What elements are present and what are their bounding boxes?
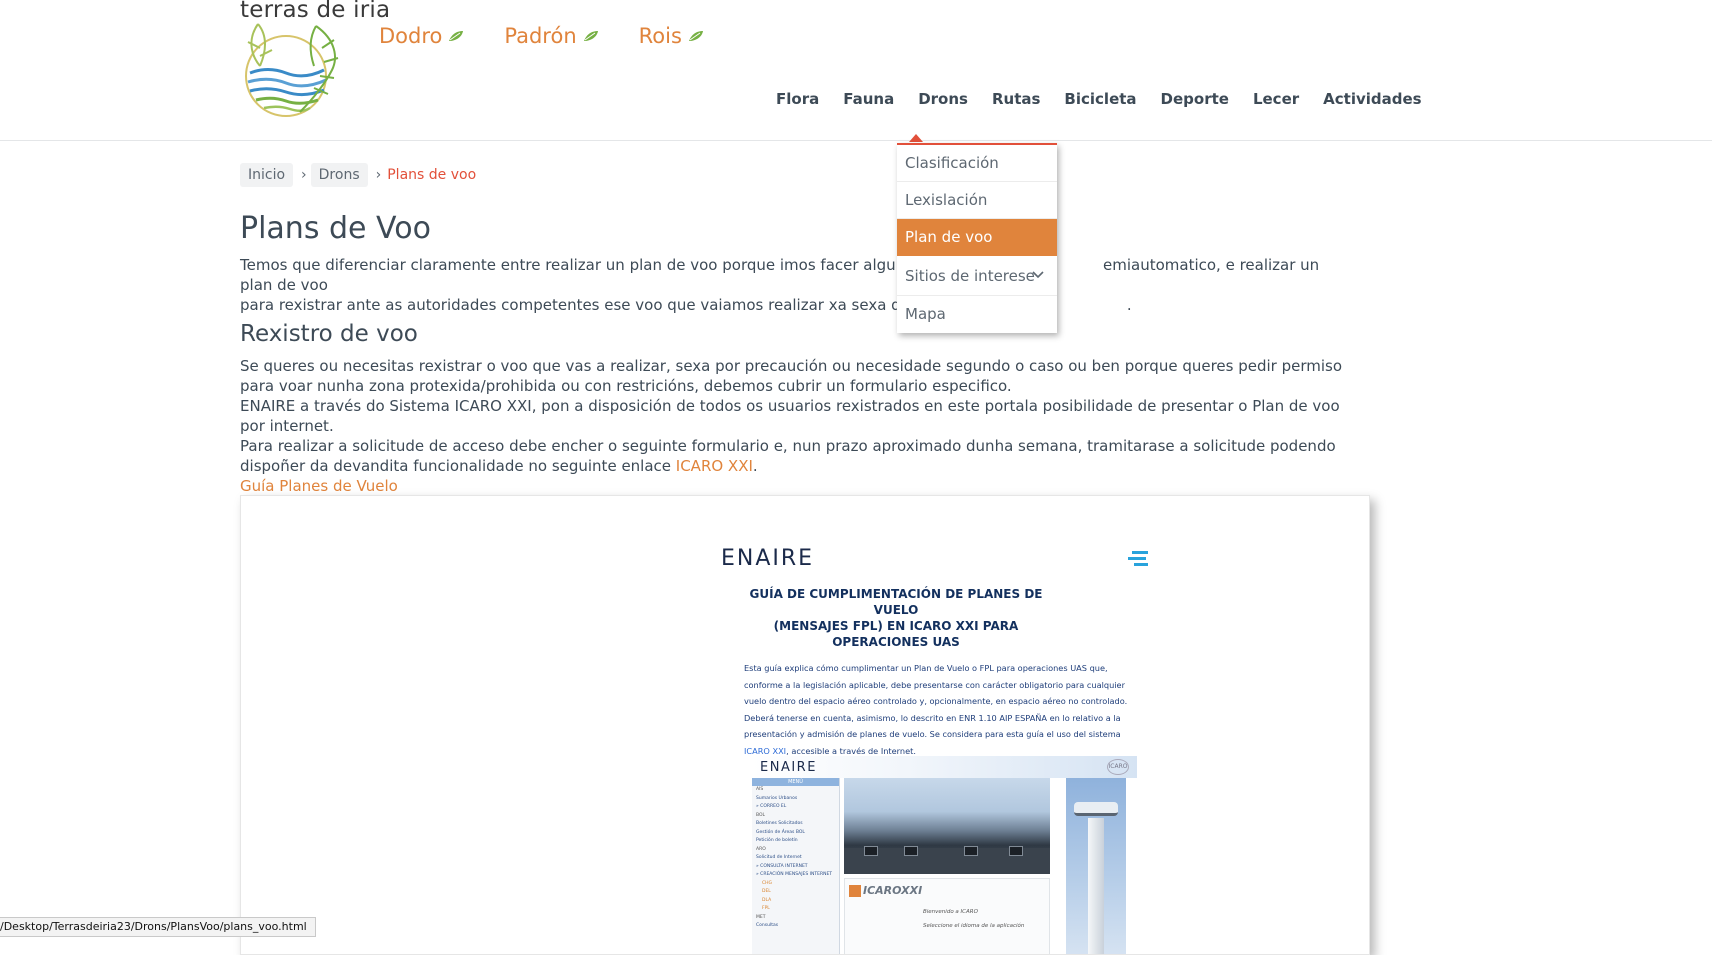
icaro-menu-item: MET bbox=[756, 914, 766, 920]
icaro-menu-item: AIS bbox=[756, 787, 764, 792]
dropdown-item-label: Sitios de interese bbox=[905, 267, 1035, 285]
section-body: Se queres ou necesitas rexistrar o voo q… bbox=[240, 356, 1350, 496]
document-text: Esta guía explica cómo cumplimentar un P… bbox=[744, 663, 1128, 739]
control-tower-photo bbox=[1066, 778, 1126, 954]
icaro-badge-icon bbox=[849, 885, 861, 897]
icaro-welcome-box: ICAROXXI Bienvenido a ICARO Seleccione e… bbox=[844, 878, 1050, 954]
icaro-screenshot-logo-right: ICARO bbox=[1107, 759, 1129, 775]
leaf-icon bbox=[688, 31, 703, 41]
icaro-welcome-text: Bienvenido a ICARO Seleccione el idioma … bbox=[923, 905, 1024, 933]
icaro-screenshot: ENAIRE ICARO MENÚ AIS Sumarios Urbanos » C… bbox=[752, 756, 1137, 954]
site-header: terras de iria Dodro Padrón Rois Flora F… bbox=[0, 0, 1712, 141]
town-link-dodro[interactable]: Dodro bbox=[379, 24, 464, 48]
document-text: , accesible a través de Internet. bbox=[786, 745, 916, 756]
body-text: Para realizar a solicitude de acceso deb… bbox=[240, 437, 1336, 475]
nav-item-deporte[interactable]: Deporte bbox=[1149, 90, 1241, 108]
icaro-welcome-line: Seleccione el idioma de la aplicación bbox=[923, 923, 1025, 929]
breadcrumb-current: Plans de voo bbox=[387, 167, 477, 183]
breadcrumb-separator-icon: › bbox=[301, 167, 307, 183]
nav-item-flora[interactable]: Flora bbox=[766, 90, 831, 108]
nav-item-rutas[interactable]: Rutas bbox=[980, 90, 1052, 108]
document-title-line: (MENSAJES FPL) EN ICARO XXI PARA OPERACI… bbox=[773, 619, 1019, 649]
town-label: Padrón bbox=[504, 24, 577, 48]
icaro-menu-item: Petición de boletín bbox=[756, 838, 798, 843]
icaro-label: ICAROXXI bbox=[863, 884, 923, 897]
document-title: GUÍA DE CUMPLIMENTACIÓN DE PLANES DE VUE… bbox=[741, 586, 1051, 650]
dropdown-item-plan-de-voo[interactable]: Plan de voo bbox=[897, 219, 1057, 256]
body-paragraph: Se queres ou necesitas rexistrar o voo q… bbox=[240, 357, 1343, 395]
document-link[interactable]: ICARO XXI bbox=[744, 746, 786, 756]
icaro-menu-items: AIS Sumarios Urbanos » CORREO EL BOL Boletin… bbox=[752, 786, 839, 931]
icaro-menu-item: Gestión de Áreas BOL bbox=[756, 829, 805, 835]
icaro-menu-item: Sumarios Urbanos bbox=[756, 795, 798, 801]
icaro-menu-item: » CONSULTA INTERNET bbox=[756, 863, 808, 869]
photo-monitor bbox=[904, 846, 918, 856]
guia-planes-link[interactable]: Guía Planes de Vuelo bbox=[240, 477, 398, 495]
main-nav: Flora Fauna Drons Rutas Bicicleta Deport… bbox=[766, 90, 1434, 108]
control-room-photo bbox=[844, 778, 1050, 874]
intro-paragraph: Temos que diferenciar claramente entre r… bbox=[240, 255, 1350, 315]
breadcrumb: Inicio › Drons › Plans de voo bbox=[240, 163, 476, 187]
photo-monitor bbox=[964, 846, 978, 856]
enaire-logo-lines-icon bbox=[1128, 551, 1148, 566]
browser-status-bar: /Desktop/Terrasdeiria23/Drons/PlansVoo/p… bbox=[0, 917, 316, 937]
photo-monitor bbox=[864, 846, 878, 856]
icaro-screenshot-header: ENAIRE ICARO bbox=[752, 756, 1137, 778]
icaro-menu-item: ARO bbox=[756, 846, 766, 852]
dropdown-item-sitios-de-interese[interactable]: Sitios de interese bbox=[897, 256, 1057, 296]
town-link-padron[interactable]: Padrón bbox=[504, 24, 598, 48]
body-paragraph: Para realizar a solicitude de acceso deb… bbox=[240, 436, 1350, 476]
page-title: Plans de Voo bbox=[240, 211, 431, 246]
dropdown-caret bbox=[909, 134, 923, 142]
icaro-screenshot-logo: ENAIRE bbox=[760, 760, 817, 775]
icaro-xxi-link[interactable]: ICARO XXI bbox=[676, 457, 753, 475]
icaro-menu-item: DLA bbox=[762, 897, 772, 903]
icaro-menu-item: » CREACIÓN MENSAJES INTERNET bbox=[756, 872, 833, 877]
photo-monitor bbox=[1009, 846, 1023, 856]
icaro-menu-item: FPL bbox=[762, 906, 770, 911]
intro-text-d: . bbox=[1126, 296, 1132, 314]
site-logo-icon[interactable] bbox=[238, 18, 348, 120]
body-text: . bbox=[752, 457, 758, 475]
icaro-menu-item: Boletines Solicitados bbox=[756, 821, 803, 826]
document-title-line: GUÍA DE CUMPLIMENTACIÓN DE PLANES DE VUE… bbox=[749, 587, 1043, 617]
enaire-logo: ENAIRE bbox=[721, 546, 815, 571]
tower-shaft bbox=[1088, 818, 1104, 954]
icaro-menu-item: » CORREO EL bbox=[756, 804, 787, 809]
nav-item-lecer[interactable]: Lecer bbox=[1241, 90, 1311, 108]
document-body: Esta guía explica cómo cumplimentar un P… bbox=[744, 660, 1149, 759]
dropdown-item-lexislacion[interactable]: Lexislación bbox=[897, 182, 1057, 219]
leaf-icon bbox=[449, 31, 464, 41]
tower-cab bbox=[1074, 802, 1118, 816]
intro-text-a: Temos que diferenciar claramente entre r… bbox=[240, 256, 953, 274]
intro-text-c: para rexistrar ante as autoridades compe… bbox=[240, 296, 959, 314]
town-label: Dodro bbox=[379, 24, 443, 48]
nav-item-actividades[interactable]: Actividades bbox=[1311, 90, 1433, 108]
nav-item-drons[interactable]: Drons bbox=[906, 90, 980, 108]
breadcrumb-item-inicio[interactable]: Inicio bbox=[240, 163, 294, 187]
breadcrumb-item-drons[interactable]: Drons bbox=[310, 163, 368, 187]
icaro-screenshot-menu: MENÚ AIS Sumarios Urbanos » CORREO EL BOL Bo… bbox=[752, 778, 840, 954]
embedded-pdf-viewer[interactable]: ENAIRE GUÍA DE CUMPLIMENTACIÓN DE PLANES… bbox=[240, 495, 1370, 955]
chevron-down-icon[interactable] bbox=[1031, 267, 1045, 281]
icaro-menu-item: Solicitud de Internet bbox=[756, 855, 802, 860]
town-label: Rois bbox=[638, 24, 682, 48]
dropdown-item-clasificacion[interactable]: Clasificación bbox=[897, 145, 1057, 182]
icaro-menu-item: BOL bbox=[756, 812, 766, 818]
icaro-menu-item: CHG bbox=[762, 880, 773, 886]
body-paragraph: ENAIRE a través do Sistema ICARO XXI, po… bbox=[240, 397, 1340, 435]
nav-item-bicicleta[interactable]: Bicicleta bbox=[1052, 90, 1148, 108]
leaf-icon bbox=[583, 31, 598, 41]
icaro-menu-title: MENÚ bbox=[752, 778, 839, 786]
town-links: Dodro Padrón Rois bbox=[379, 24, 704, 48]
drons-dropdown-menu: Clasificación Lexislación Plan de voo Si… bbox=[897, 143, 1057, 333]
breadcrumb-separator-icon: › bbox=[375, 167, 382, 183]
section-title: Rexistro de voo bbox=[240, 321, 418, 347]
nav-item-fauna[interactable]: Fauna bbox=[831, 90, 906, 108]
town-link-rois[interactable]: Rois bbox=[639, 24, 704, 48]
icaro-menu-item: DEL bbox=[762, 889, 771, 894]
icaro-welcome-line: Bienvenido a ICARO bbox=[923, 909, 978, 915]
dropdown-item-mapa[interactable]: Mapa bbox=[897, 296, 1057, 333]
icaro-menu-item: Consultas bbox=[756, 923, 779, 928]
